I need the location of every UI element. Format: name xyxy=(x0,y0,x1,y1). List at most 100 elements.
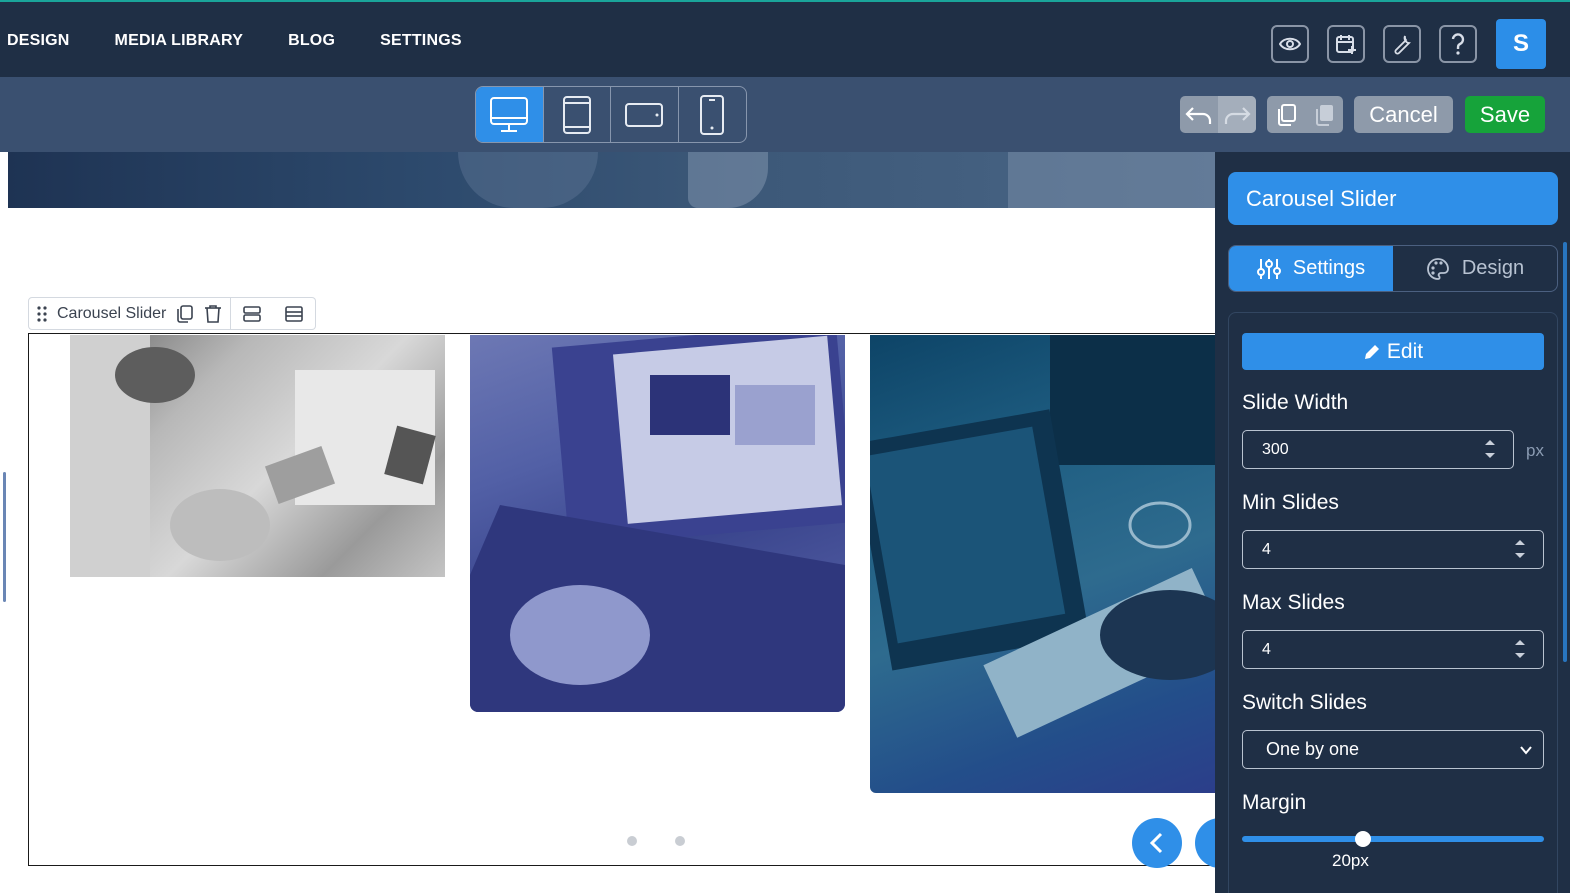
wrench-icon xyxy=(1394,35,1411,55)
help-button[interactable] xyxy=(1439,25,1477,63)
device-mobile-button[interactable] xyxy=(679,87,747,142)
device-tablet-landscape-button[interactable] xyxy=(611,87,679,142)
chevron-up-icon xyxy=(1515,640,1525,645)
slide-image-laptop-design[interactable] xyxy=(470,335,845,712)
user-avatar[interactable]: S xyxy=(1496,19,1546,69)
device-tablet-button[interactable] xyxy=(544,87,611,142)
nav-media-library[interactable]: MEDIA LIBRARY xyxy=(115,32,244,50)
row-layout-button[interactable] xyxy=(273,297,317,330)
schedule-button[interactable] xyxy=(1327,25,1365,63)
desktop-icon xyxy=(490,96,529,132)
trash-icon[interactable] xyxy=(204,304,222,324)
slide-width-input[interactable]: 300 xyxy=(1242,430,1514,469)
tab-design-label: Design xyxy=(1461,257,1525,279)
palette-icon xyxy=(1426,257,1449,280)
margin-slider-thumb[interactable] xyxy=(1354,831,1371,847)
paste-button[interactable] xyxy=(1305,96,1343,133)
slide-width-unit: px xyxy=(1526,441,1544,460)
redo-icon xyxy=(1224,106,1251,124)
properties-panel: Carousel Slider Settings Design Edit Sli… xyxy=(1215,152,1570,893)
hero-image-detail xyxy=(688,152,768,208)
slide-image-art xyxy=(70,335,436,577)
redo-button[interactable] xyxy=(1218,96,1256,133)
slide-width-value: 300 xyxy=(1262,440,1289,458)
device-desktop-button[interactable] xyxy=(476,87,544,142)
margin-slider[interactable] xyxy=(1242,831,1544,847)
element-label-group: Carousel Slider xyxy=(28,297,232,330)
panel-tabs: Settings Design xyxy=(1228,245,1558,292)
hero-image-detail xyxy=(458,152,598,208)
duplicate-icon[interactable] xyxy=(176,304,194,324)
max-slides-value: 4 xyxy=(1262,640,1271,658)
slide-image-tablet-code[interactable] xyxy=(870,335,1215,793)
undo-icon xyxy=(1185,106,1212,124)
device-switcher xyxy=(475,86,747,143)
sliders-icon xyxy=(1256,258,1281,279)
switch-slides-value: One by one xyxy=(1266,739,1360,759)
nav-design[interactable]: DESIGN xyxy=(7,32,70,50)
pagination-dot[interactable] xyxy=(627,836,637,846)
tablet-landscape-icon xyxy=(625,102,664,127)
main-menu: DESIGN MEDIA LIBRARY BLOG SETTINGS xyxy=(0,2,507,79)
slide-image-art xyxy=(870,335,1215,738)
cancel-button[interactable]: Cancel xyxy=(1354,96,1453,133)
drag-handle-icon[interactable] xyxy=(37,305,47,322)
section-layout-button[interactable] xyxy=(231,297,274,330)
nav-settings[interactable]: SETTINGS xyxy=(380,32,462,50)
copy-icon xyxy=(1278,103,1296,126)
nav-blog[interactable]: BLOG xyxy=(288,32,335,50)
pagination-dot[interactable] xyxy=(675,836,685,846)
min-slides-value: 4 xyxy=(1262,540,1271,558)
slide-width-label: Slide Width xyxy=(1242,391,1349,414)
chevron-down-icon xyxy=(1485,453,1495,458)
undo-button[interactable] xyxy=(1180,96,1218,133)
max-slides-label: Max Slides xyxy=(1242,591,1345,614)
switch-slides-select[interactable]: One by one xyxy=(1242,730,1544,769)
chevron-up-icon xyxy=(1515,540,1525,545)
panel-scrollbar[interactable] xyxy=(1563,242,1567,662)
copy-group xyxy=(1267,96,1343,133)
columns-layout-icon xyxy=(285,305,304,322)
editor-canvas[interactable]: Carousel Slider xyxy=(0,152,1215,893)
hero-image-detail xyxy=(1008,152,1215,208)
carousel-slider[interactable] xyxy=(28,333,1215,868)
number-spinner[interactable] xyxy=(1514,639,1526,659)
paste-icon xyxy=(1316,104,1333,126)
slider-prev-button[interactable] xyxy=(1132,818,1182,868)
tablet-icon xyxy=(562,95,591,134)
canvas-scroll-indicator[interactable] xyxy=(3,472,6,602)
edit-label: Edit xyxy=(1386,339,1424,363)
slide-image-art xyxy=(470,335,845,712)
editor-toolbar: Cancel Save xyxy=(0,77,1570,152)
pencil-icon xyxy=(1364,344,1379,359)
tools-button[interactable] xyxy=(1383,25,1421,63)
min-slides-label: Min Slides xyxy=(1242,491,1339,514)
min-slides-input[interactable]: 4 xyxy=(1242,530,1544,569)
tab-design[interactable]: Design xyxy=(1393,246,1557,291)
element-name: Carousel Slider xyxy=(57,304,167,322)
top-icons: S xyxy=(1271,19,1546,69)
margin-value: 20px xyxy=(1332,851,1369,870)
element-toolbar: Carousel Slider xyxy=(28,297,317,330)
eye-icon xyxy=(1279,37,1301,51)
rows-icon xyxy=(243,305,262,322)
top-navbar: DESIGN MEDIA LIBRARY BLOG SETTINGS S xyxy=(0,0,1570,77)
tab-settings-label: Settings xyxy=(1292,257,1366,279)
settings-form: Edit Slide Width 300 px Min Slides 4 Max… xyxy=(1228,312,1558,893)
chevron-down-icon xyxy=(1520,746,1532,755)
number-spinner[interactable] xyxy=(1484,439,1496,459)
tab-settings[interactable]: Settings xyxy=(1229,246,1393,291)
margin-label: Margin xyxy=(1242,791,1307,814)
save-button[interactable]: Save xyxy=(1465,96,1545,133)
slide-image-office-people[interactable] xyxy=(70,335,445,577)
preview-button[interactable] xyxy=(1271,25,1309,63)
number-spinner[interactable] xyxy=(1514,539,1526,559)
chevron-down-icon xyxy=(1515,653,1525,658)
edit-slides-button[interactable]: Edit xyxy=(1242,333,1544,370)
slider-next-button[interactable] xyxy=(1195,818,1215,868)
copy-button[interactable] xyxy=(1267,96,1305,133)
hero-image-section[interactable] xyxy=(8,152,1215,208)
chevron-up-icon xyxy=(1485,440,1495,445)
switch-slides-label: Switch Slides xyxy=(1242,691,1367,714)
max-slides-input[interactable]: 4 xyxy=(1242,630,1544,669)
